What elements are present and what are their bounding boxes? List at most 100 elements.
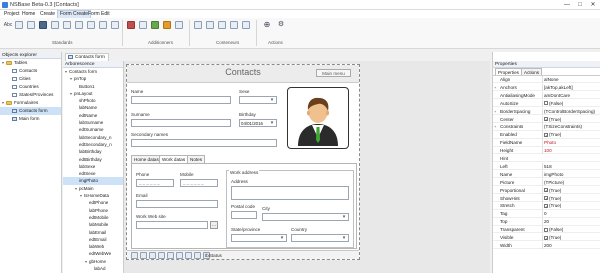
delete-record-icon[interactable] xyxy=(176,252,183,259)
checkbox-checked-icon[interactable]: ✓ xyxy=(544,117,548,122)
arborescence-node[interactable]: ▾ Contacts form xyxy=(63,68,123,75)
arborescence-node[interactable]: labBirthday xyxy=(63,148,123,155)
tree-forms-folder[interactable]: ▾ Formulaires xyxy=(0,99,61,107)
name-input[interactable] xyxy=(131,96,231,104)
grid-tool-icon[interactable] xyxy=(163,21,171,29)
pagecontrol-tool-icon[interactable] xyxy=(218,21,226,29)
maximize-button[interactable]: □ xyxy=(575,1,585,9)
arborescence-node[interactable]: edtSexe xyxy=(63,170,123,177)
property-row[interactable]: FieldName Photo xyxy=(493,139,600,147)
property-row[interactable]: + BorderSpacing (TControlBorderSpacing) xyxy=(493,107,600,115)
first-record-icon[interactable] xyxy=(131,252,138,259)
property-row[interactable]: Height 100 xyxy=(493,147,600,155)
property-value[interactable]: (TControlBorderSpacing) xyxy=(542,107,600,115)
edit-record-icon[interactable] xyxy=(185,252,192,259)
arborescence-node[interactable]: ▾ gbHome xyxy=(63,258,123,265)
sexe-combo[interactable]: ▾ xyxy=(239,96,277,104)
country-combo[interactable]: ▾ xyxy=(291,234,349,242)
arborescence-node[interactable]: labName xyxy=(63,104,123,111)
menu-home[interactable]: Home xyxy=(20,10,37,18)
arborescence-node[interactable]: edtSurname xyxy=(63,126,123,133)
property-value[interactable]: 200 xyxy=(542,241,600,249)
web-site-browse-button[interactable]: ... xyxy=(210,221,218,229)
minimize-button[interactable]: — xyxy=(562,1,572,9)
property-value[interactable]: (TPicture) xyxy=(542,178,600,186)
tab-properties[interactable]: Properties xyxy=(495,68,522,75)
arborescence-node[interactable]: ▾ tsHomeData xyxy=(63,192,123,199)
arborescence-node[interactable]: labEmail xyxy=(63,229,123,236)
prior-record-icon[interactable] xyxy=(140,252,147,259)
scrollbox-tool-icon[interactable] xyxy=(242,21,250,29)
arborescence-node[interactable]: ▾ pnTop xyxy=(63,75,123,82)
property-row[interactable]: Stretch ✓(True) xyxy=(493,202,600,210)
property-row[interactable]: Transparent (False) xyxy=(493,226,600,234)
property-value[interactable]: amDontCare xyxy=(542,91,600,99)
arborescence-node[interactable]: Button1 xyxy=(63,83,123,90)
property-value[interactable]: ✓(True) xyxy=(542,234,600,241)
mobile-input[interactable]: _ _ _ _ _ _ xyxy=(180,179,218,187)
arborescence-node[interactable]: edtSecondary_n xyxy=(63,141,123,148)
arborescence-node[interactable]: edtBirthday xyxy=(63,156,123,163)
arborescence-node[interactable]: labAd xyxy=(63,265,123,272)
tree-tables-folder[interactable]: ▾ Tables xyxy=(0,59,61,67)
address-input[interactable] xyxy=(231,186,349,200)
checkbox-unchecked-icon[interactable] xyxy=(544,101,548,106)
menu-create[interactable]: Create xyxy=(38,10,57,18)
tab-home-datas[interactable]: Home datas xyxy=(131,155,162,163)
property-value[interactable]: 0 xyxy=(542,210,600,218)
insert-record-icon[interactable] xyxy=(167,252,174,259)
chart-tool-icon[interactable] xyxy=(151,21,159,29)
property-value[interactable]: Photo xyxy=(542,139,600,147)
checkbox-checked-icon[interactable]: ✓ xyxy=(544,196,548,201)
property-row[interactable]: Center ✓(True) xyxy=(493,115,600,123)
expand-property-icon[interactable]: + xyxy=(494,84,496,91)
property-value[interactable]: ✓(True) xyxy=(542,202,600,210)
checkbox-unchecked-icon[interactable] xyxy=(544,227,548,232)
property-value[interactable]: (False) xyxy=(542,226,600,234)
birthday-picker[interactable]: 04/01/2016 ▾ xyxy=(239,119,277,127)
arborescence-node[interactable]: labWeb xyxy=(63,243,123,250)
tree-table-item[interactable]: Contacts xyxy=(0,67,61,75)
next-record-icon[interactable] xyxy=(149,252,156,259)
arborescence-node[interactable]: shPhoto xyxy=(63,97,123,104)
panel-tool-icon[interactable] xyxy=(194,21,202,29)
spin-tool-icon[interactable] xyxy=(111,21,119,29)
property-row[interactable]: Proportional ✓(True) xyxy=(493,186,600,194)
menu-project[interactable]: Project xyxy=(2,10,22,18)
arborescence-node[interactable]: labSecondary_n xyxy=(63,134,123,141)
tab-contacts-form[interactable]: Contacts form xyxy=(65,53,109,61)
phone-input[interactable]: _ _ _ _ _ _ xyxy=(136,179,174,187)
tree-form-item[interactable]: Main form xyxy=(0,115,61,123)
property-value[interactable]: ✓(True) xyxy=(542,186,600,194)
menu-form-edit[interactable]: Form Edit xyxy=(86,10,112,18)
property-row[interactable]: ShowHint ✓(True) xyxy=(493,194,600,202)
property-value[interactable]: ✓(True) xyxy=(542,194,600,202)
tree-table-item[interactable]: Countries xyxy=(0,83,61,91)
property-row[interactable]: Visible ✓(True) xyxy=(493,234,600,242)
email-input[interactable] xyxy=(136,200,218,208)
property-row[interactable]: + Anchors [akTop,akLeft] xyxy=(493,83,600,92)
arborescence-node[interactable]: ▾ pnLayout xyxy=(63,90,123,97)
tab-notes[interactable]: Notes xyxy=(187,155,206,163)
property-row[interactable]: Enabled ✓(True) xyxy=(493,131,600,139)
tree-table-item[interactable]: States/Provinces xyxy=(0,91,61,99)
property-row[interactable]: Name imgPhoto xyxy=(493,170,600,179)
arborescence-node[interactable]: edtName xyxy=(63,112,123,119)
property-row[interactable]: Picture (TPicture) xyxy=(493,178,600,187)
arborescence-node[interactable]: imgPhoto xyxy=(63,177,123,185)
listbox-tool-icon[interactable] xyxy=(87,21,95,29)
property-value[interactable]: (TSizeConstraints) xyxy=(542,123,600,131)
property-value[interactable]: ✓(True) xyxy=(542,131,600,139)
postal-code-input[interactable] xyxy=(231,211,257,219)
expand-property-icon[interactable]: + xyxy=(494,108,496,115)
tab-actions[interactable]: Actions xyxy=(521,68,543,75)
expand-property-icon[interactable]: + xyxy=(494,123,496,130)
splitter-tool-icon[interactable] xyxy=(230,21,238,29)
property-row[interactable]: Left 518 xyxy=(493,162,600,171)
property-row[interactable]: + Constraints (TSizeConstraints) xyxy=(493,123,600,131)
settings-action-icon[interactable]: ⚙ xyxy=(277,21,285,29)
memo-tool-icon[interactable] xyxy=(27,21,35,29)
property-value[interactable]: 518 xyxy=(542,162,600,170)
property-value[interactable]: [akTop,akLeft] xyxy=(542,83,600,91)
state-province-combo[interactable]: ▾ xyxy=(231,234,287,242)
